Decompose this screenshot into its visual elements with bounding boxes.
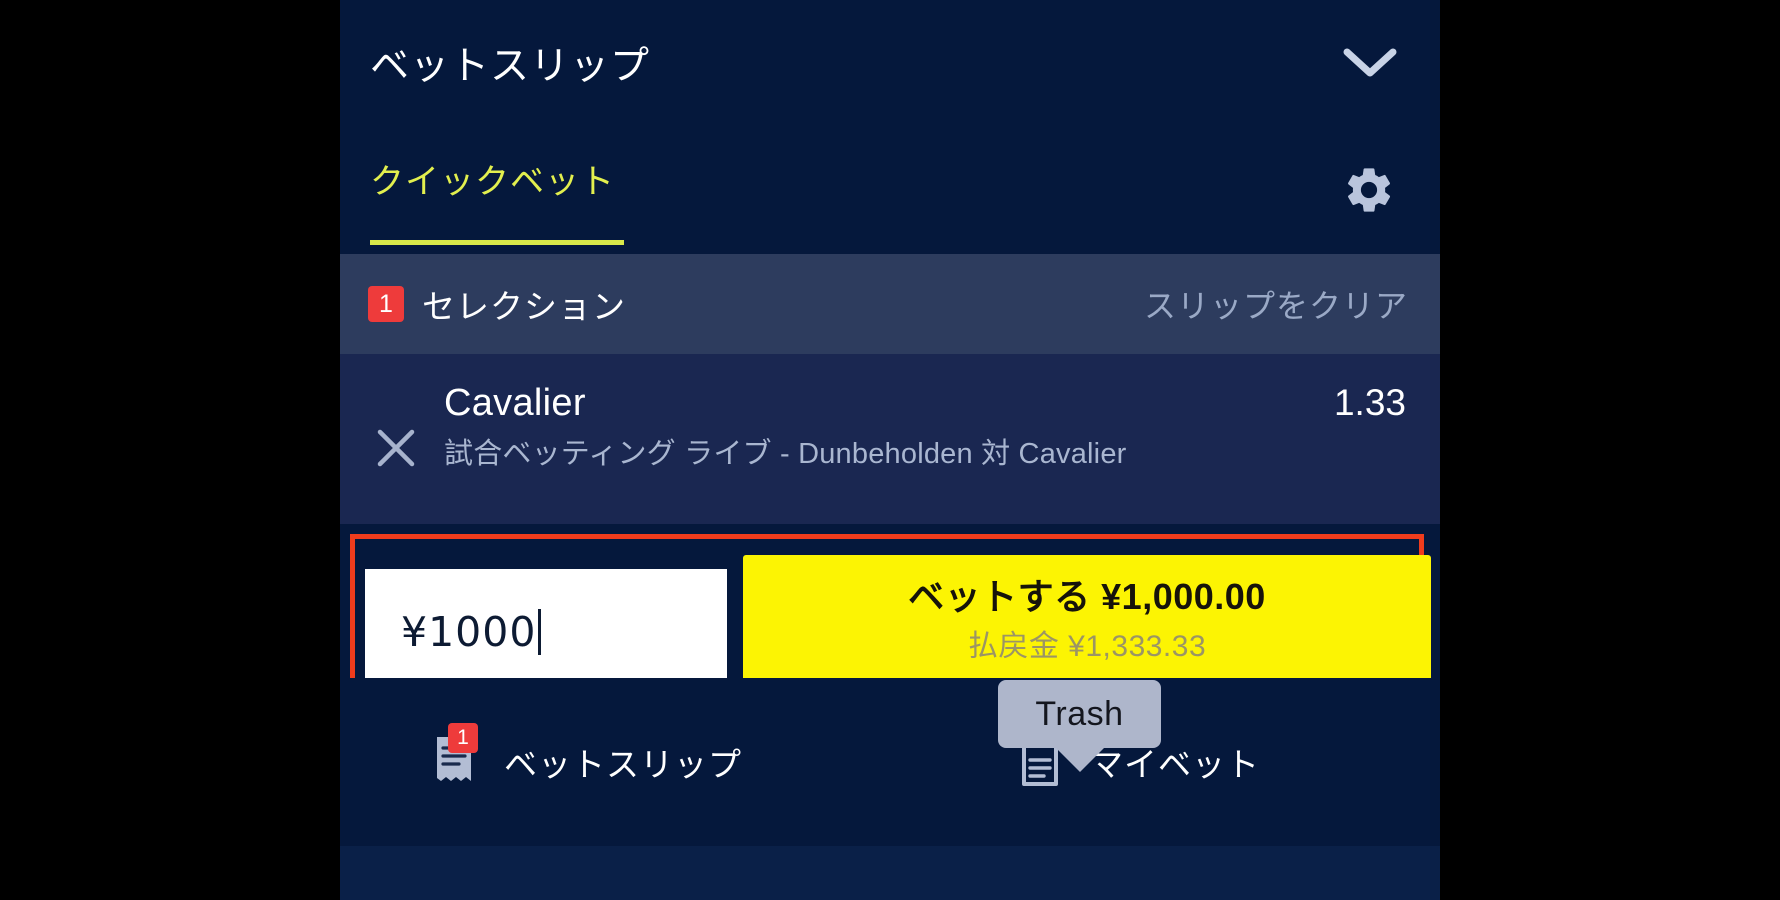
screen-root: ベットスリップ クイックベット 1 セレクション スリップをクリア Cavali… [0,0,1780,900]
betslip-tabs: クイックベット [340,126,1440,254]
bet-pick-name: Cavalier [444,382,586,424]
panel-bottom-strip [340,846,1440,900]
place-bet-button-label: ベットする ¥1,000.00 [908,576,1266,618]
close-x-icon[interactable] [368,420,424,476]
betslip-header: ベットスリップ [340,0,1440,126]
bet-market-description: 試合ベッティング ライブ - Dunbeholden 対 Cavalier [444,437,1127,470]
selection-summary-left: 1 セレクション [368,280,626,328]
tab-quickbet[interactable]: クイックベット [370,136,624,245]
selection-count-label: セレクション [422,288,626,325]
nav-item-betslip-label: ベットスリップ [504,746,742,783]
place-bet-button[interactable]: ベットする ¥1,000.00 払戻金 ¥1,333.33 [743,555,1431,685]
page-title: ベットスリップ [370,45,651,88]
text-caret [538,608,542,655]
potential-payout-label: 払戻金 ¥1,333.33 [967,629,1207,663]
betslip-panel: ベットスリップ クイックベット 1 セレクション スリップをクリア Cavali… [340,0,1440,900]
bet-selection-row: Cavalier 試合ベッティング ライブ - Dunbeholden 対 Ca… [340,354,1440,524]
nav-item-betslip[interactable]: 1 ベットスリップ [426,723,742,793]
selection-summary-bar: 1 セレクション スリップをクリア [340,254,1440,354]
gear-icon[interactable] [1338,159,1400,221]
receipt-icon: 1 [426,723,482,793]
selection-count-badge: 1 [368,286,404,322]
bet-odds-value: 1.33 [1333,382,1406,423]
betslip-count-badge: 1 [448,723,478,753]
bet-selection-info: Cavalier 試合ベッティング ライブ - Dunbeholden 対 Ca… [424,376,1334,474]
trash-tooltip: Trash [998,680,1161,748]
bottom-navigation: 1 ベットスリップ マイベット [340,678,1440,846]
clear-slip-button[interactable]: スリップをクリア [1144,281,1408,327]
chevron-down-icon[interactable] [1340,33,1400,93]
stake-input-value: ¥1000 [401,607,537,656]
trash-tooltip-label: Trash [1035,694,1124,733]
